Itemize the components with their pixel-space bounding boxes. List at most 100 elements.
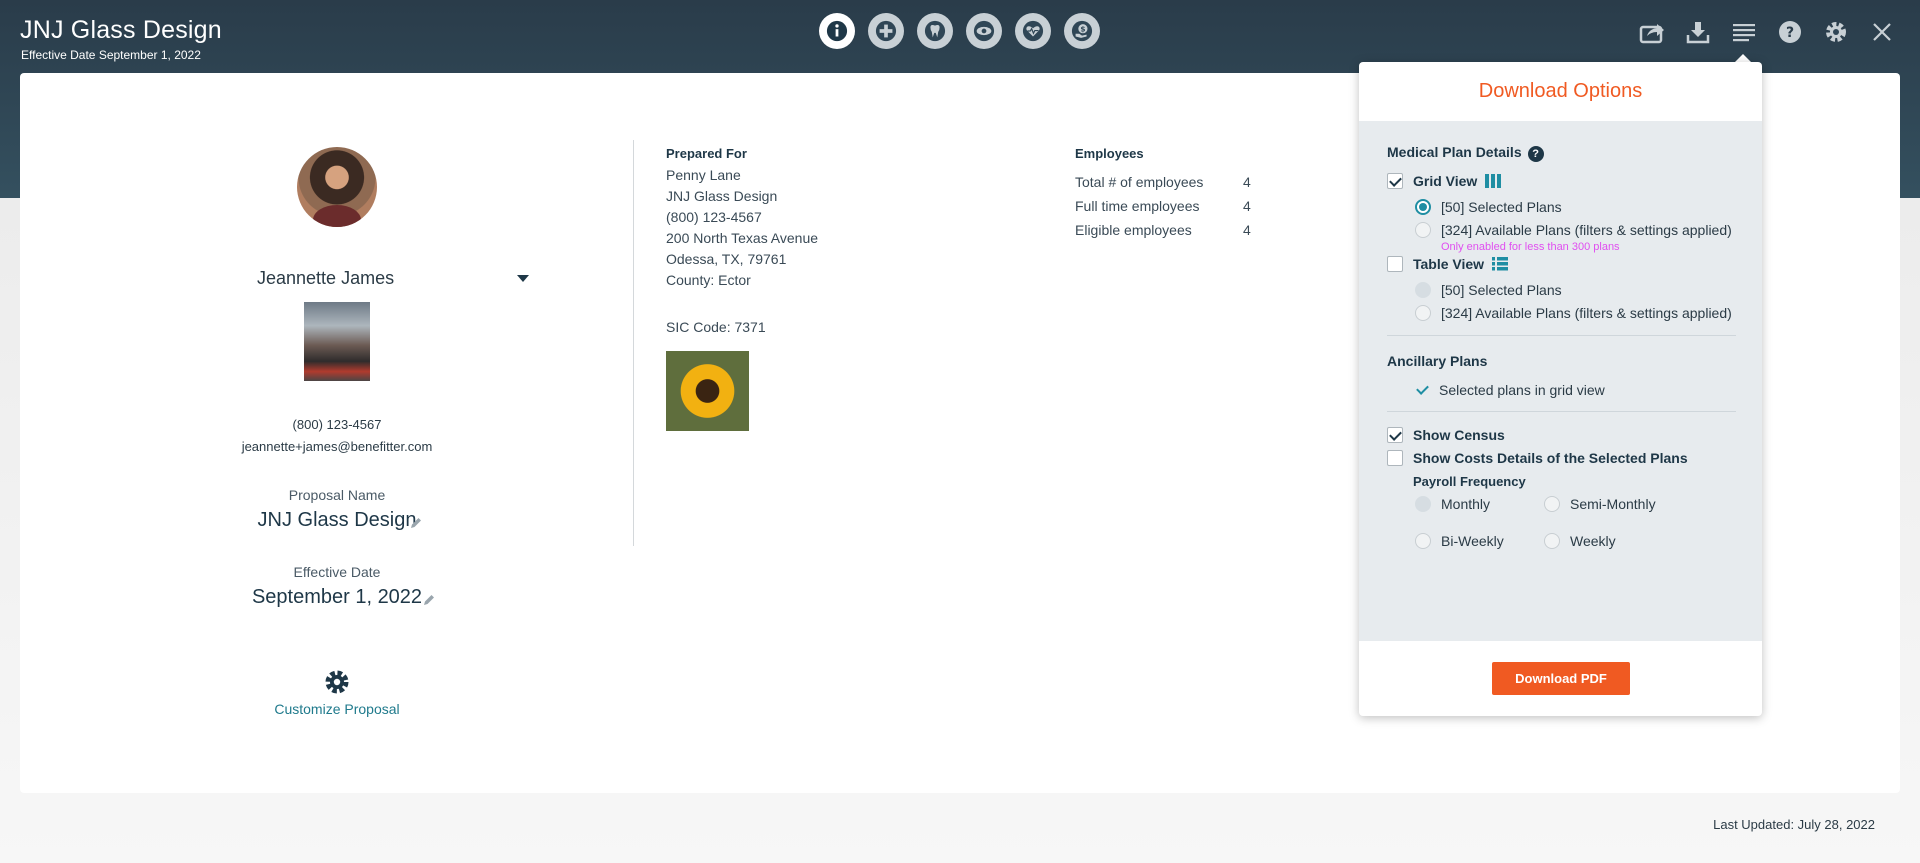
check-icon: [1415, 383, 1429, 397]
app-subtitle: Effective Date September 1, 2022: [21, 48, 201, 62]
prepared-for-line: 200 North Texas Avenue: [666, 230, 819, 246]
edit-pencil-icon[interactable]: [409, 516, 423, 530]
grid-available-plans-option[interactable]: [324] Available Plans (filters & setting…: [1415, 222, 1732, 238]
table-available-plans-label: [324] Available Plans (filters & setting…: [1441, 305, 1732, 321]
vertical-divider: [633, 140, 634, 546]
payroll-option-label: Weekly: [1570, 533, 1616, 549]
employee-row-label: Full time employees: [1075, 198, 1200, 214]
table-selected-plans-label: [50] Selected Plans: [1441, 282, 1562, 298]
table-view-icon: [1492, 257, 1509, 271]
edit-pencil-icon[interactable]: [422, 593, 436, 607]
client-logo-image: [666, 351, 749, 431]
table-view-checkbox[interactable]: [1387, 256, 1403, 272]
employee-row-label: Eligible employees: [1075, 222, 1192, 238]
grid-selected-plans-option[interactable]: [50] Selected Plans: [1415, 199, 1562, 215]
prepared-for-title: Prepared For: [666, 146, 747, 161]
share-icon[interactable]: [1636, 16, 1668, 48]
help-icon[interactable]: ?: [1527, 146, 1544, 162]
proposal-name-value: JNJ Glass Design: [257, 509, 417, 531]
employee-row-label: Total # of employees: [1075, 174, 1204, 190]
user-email: jeannette+james@benefitter.com: [241, 439, 433, 454]
payroll-option-bi-weekly[interactable]: Bi-Weekly: [1415, 533, 1504, 549]
toolbar: ?: [1636, 16, 1898, 48]
payroll-radio[interactable]: [1415, 533, 1431, 549]
employees-title: Employees: [1075, 146, 1144, 161]
plan-type-nav: $: [819, 13, 1100, 49]
payroll-option-label: Bi-Weekly: [1441, 533, 1504, 549]
heart-pulse-icon[interactable]: [1015, 13, 1051, 49]
last-updated: Last Updated: July 28, 2022: [1713, 817, 1875, 832]
customize-proposal-link[interactable]: Customize Proposal: [20, 701, 654, 717]
employee-row-value: 4: [1243, 198, 1251, 214]
download-options-body: Medical Plan Details? Grid View [50] Sel…: [1359, 121, 1762, 641]
dollar-hand-icon[interactable]: $: [1064, 13, 1100, 49]
ancillary-plans-title: Ancillary Plans: [1387, 353, 1488, 369]
download-options-panel: Download Options Medical Plan Details? G…: [1359, 62, 1762, 716]
table-available-plans-option[interactable]: [324] Available Plans (filters & setting…: [1415, 305, 1732, 321]
show-costs-option[interactable]: Show Costs Details of the Selected Plans: [1387, 450, 1688, 466]
payroll-option-monthly[interactable]: Monthly: [1415, 496, 1490, 512]
payroll-option-semi-monthly[interactable]: Semi-Monthly: [1544, 496, 1656, 512]
proposal-name-label: Proposal Name: [288, 487, 386, 503]
employee-row-value: 4: [1243, 174, 1251, 190]
medical-plus-icon[interactable]: [868, 13, 904, 49]
ancillary-item-label: Selected plans in grid view: [1439, 382, 1605, 398]
ancillary-item: Selected plans in grid view: [1415, 382, 1605, 398]
grid-available-plans-radio[interactable]: [1415, 222, 1431, 238]
chevron-down-icon[interactable]: [517, 275, 529, 282]
table-available-plans-radio[interactable]: [1415, 305, 1431, 321]
payroll-radio[interactable]: [1544, 533, 1560, 549]
payroll-radio[interactable]: [1544, 496, 1560, 512]
sic-code: SIC Code: 7371: [666, 319, 766, 335]
grid-view-label: Grid View: [1413, 173, 1478, 189]
grid-available-note: Only enabled for less than 300 plans: [1441, 241, 1620, 253]
info-icon[interactable]: [819, 13, 855, 49]
svg-text:$: $: [1080, 24, 1085, 33]
medical-plan-details-title: Medical Plan Details?: [1387, 144, 1544, 162]
grid-view-icon: [1485, 174, 1502, 188]
avatar: [297, 147, 377, 227]
show-census-option[interactable]: Show Census: [1387, 427, 1505, 443]
show-census-checkbox[interactable]: [1387, 427, 1403, 443]
table-selected-plans-radio[interactable]: [1415, 282, 1431, 298]
prepared-for-line: (800) 123-4567: [666, 209, 762, 225]
grid-view-checkbox[interactable]: [1387, 173, 1403, 189]
company-logo-image: [304, 302, 370, 381]
user-phone: (800) 123-4567: [292, 417, 382, 432]
prepared-for-line: County: Ector: [666, 272, 751, 288]
tooth-icon[interactable]: [917, 13, 953, 49]
grid-selected-plans-label: [50] Selected Plans: [1441, 199, 1562, 215]
user-name: Jeannette James: [257, 268, 395, 288]
show-costs-label: Show Costs Details of the Selected Plans: [1413, 450, 1688, 466]
payroll-radio[interactable]: [1415, 496, 1431, 512]
table-view-label: Table View: [1413, 256, 1485, 272]
payroll-option-label: Semi-Monthly: [1570, 496, 1656, 512]
grid-available-plans-label: [324] Available Plans (filters & setting…: [1441, 222, 1732, 238]
help-icon[interactable]: ?: [1774, 16, 1806, 48]
prepared-for-line: Penny Lane: [666, 167, 741, 183]
download-icon[interactable]: [1682, 16, 1714, 48]
section-divider: [1387, 411, 1736, 412]
eye-icon[interactable]: [966, 13, 1002, 49]
employee-row-value: 4: [1243, 222, 1251, 238]
download-pdf-button[interactable]: Download PDF: [1492, 662, 1630, 695]
svg-text:?: ?: [1786, 25, 1794, 41]
payroll-frequency-title: Payroll Frequency: [1413, 474, 1526, 489]
payroll-option-label: Monthly: [1441, 496, 1491, 512]
close-icon[interactable]: [1866, 16, 1898, 48]
payroll-option-weekly[interactable]: Weekly: [1544, 533, 1616, 549]
effective-date-value: September 1, 2022: [251, 586, 423, 608]
gear-icon[interactable]: [323, 668, 351, 696]
gear-icon[interactable]: [1820, 16, 1852, 48]
show-costs-checkbox[interactable]: [1387, 450, 1403, 466]
table-selected-plans-option[interactable]: [50] Selected Plans: [1415, 282, 1562, 298]
section-divider: [1387, 335, 1736, 336]
grid-selected-plans-radio[interactable]: [1415, 199, 1431, 215]
show-census-label: Show Census: [1413, 427, 1505, 443]
grid-view-option[interactable]: Grid View: [1387, 173, 1502, 189]
table-view-option[interactable]: Table View: [1387, 256, 1509, 272]
menu-icon[interactable]: [1728, 16, 1760, 48]
prepared-for-line: JNJ Glass Design: [666, 188, 778, 204]
app-title: JNJ Glass Design: [20, 16, 222, 44]
download-options-title: Download Options: [1478, 80, 1643, 102]
